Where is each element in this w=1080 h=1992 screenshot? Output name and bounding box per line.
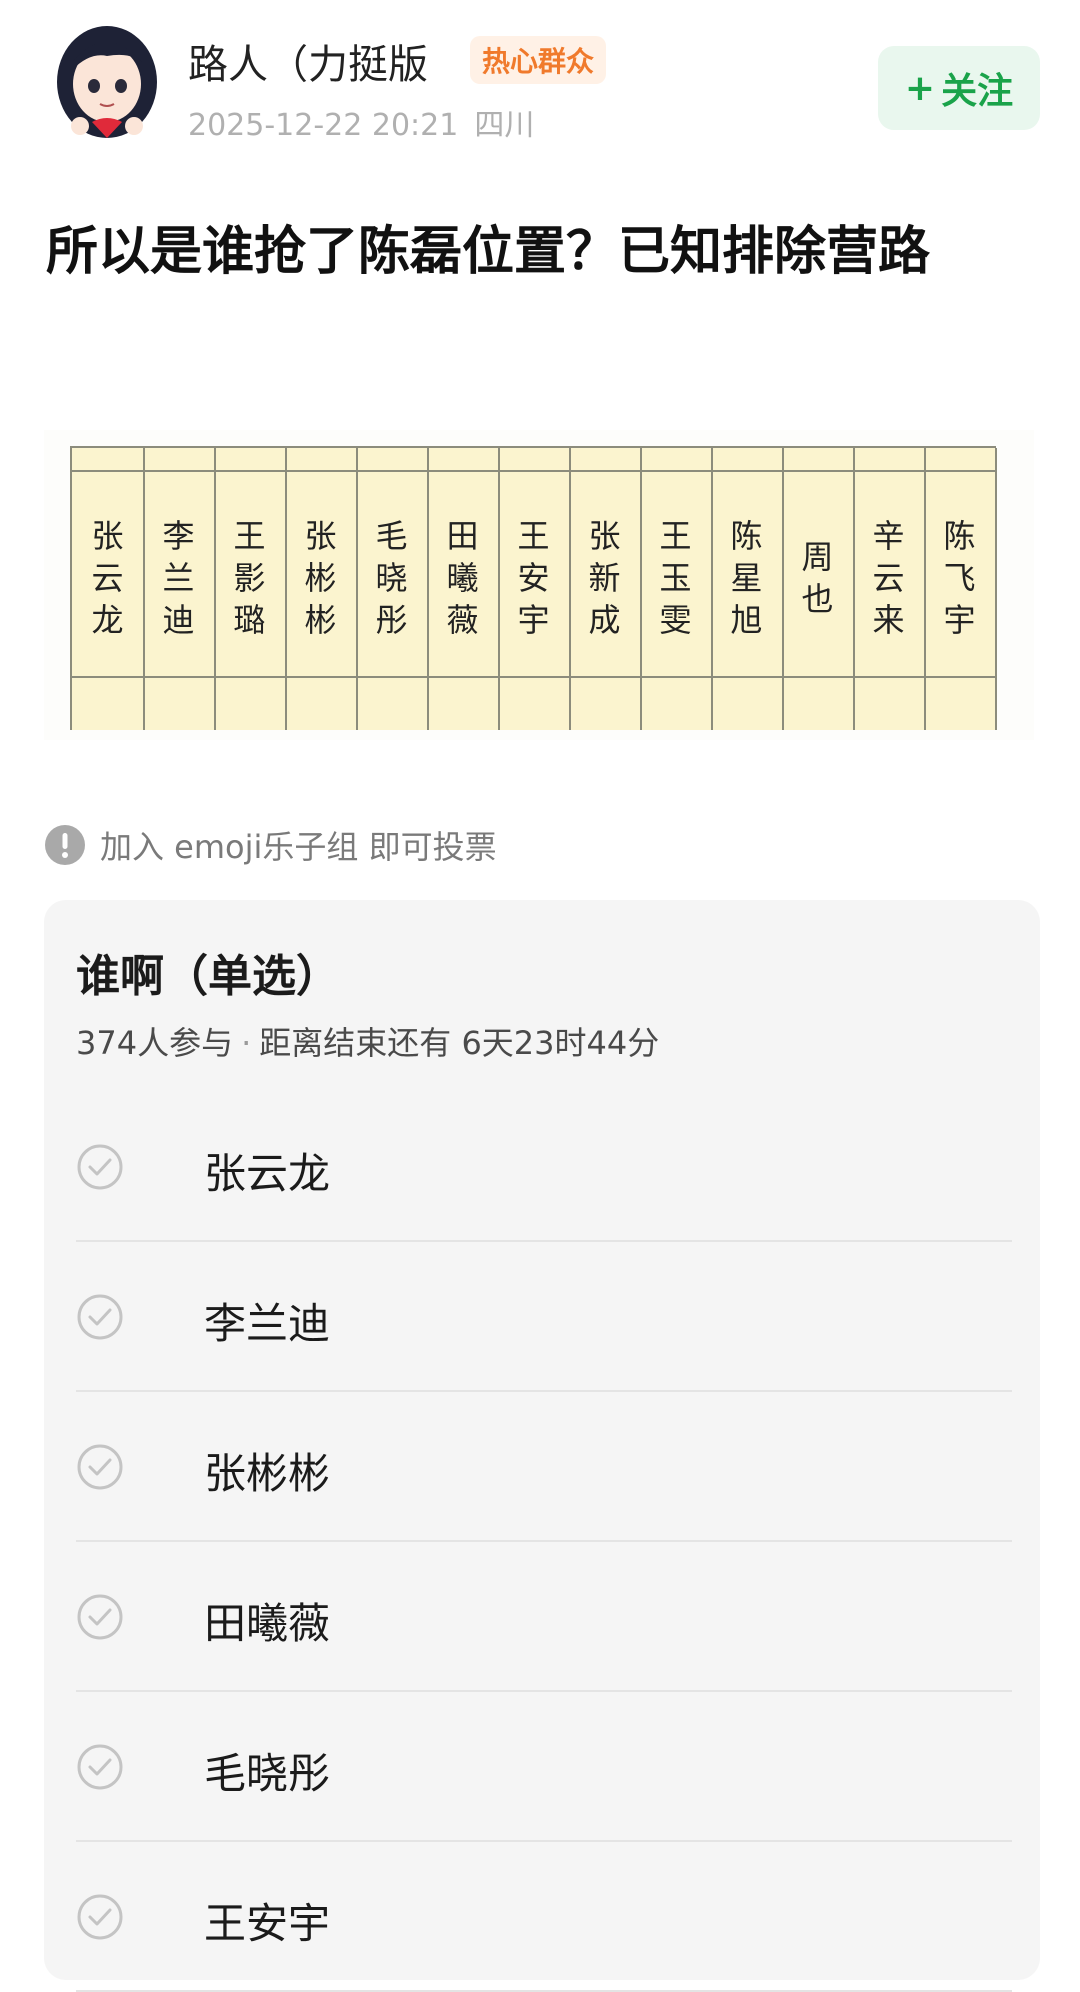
poll-option[interactable]: 田曦薇 bbox=[76, 1540, 1012, 1692]
poll-option[interactable]: 王安宇 bbox=[76, 1840, 1012, 1992]
post-time: 2025-12-22 20:21 bbox=[188, 108, 459, 143]
name-table-cell: 张云龙 bbox=[91, 517, 124, 639]
post-header: 路人（力挺版 热心群众 2025-12-22 20:21 四川 + 关注 bbox=[0, 0, 1080, 160]
poll-option[interactable]: 李兰迪 bbox=[76, 1240, 1012, 1392]
post-meta: 2025-12-22 20:21 四川 bbox=[188, 100, 534, 144]
name-table-cell: 张新成 bbox=[588, 517, 621, 639]
name-table-cell: 王玉雯 bbox=[659, 517, 692, 639]
name-table-rule bbox=[72, 470, 996, 472]
poll-stats: 374人参与 · 距离结束还有 6天23时44分 bbox=[76, 1018, 659, 1064]
avatar[interactable] bbox=[50, 22, 165, 142]
poll-remaining: 距离结束还有 6天23时44分 bbox=[259, 1024, 660, 1062]
check-circle-icon bbox=[77, 1594, 123, 1640]
post-title: 所以是谁抢了陈磊位置？已知排除营路 bbox=[46, 222, 931, 282]
name-table-column: 张云龙 bbox=[72, 448, 145, 730]
name-table-cell: 张彬彬 bbox=[304, 517, 337, 639]
separator-dot: · bbox=[241, 1024, 252, 1062]
check-circle-icon bbox=[77, 1294, 123, 1340]
poll-option-label: 王安宇 bbox=[204, 1899, 331, 1948]
name-table-column: 田曦薇 bbox=[427, 448, 500, 730]
check-circle-icon bbox=[77, 1444, 123, 1490]
name-table-cell: 陈星旭 bbox=[730, 517, 763, 639]
name-table-column: 王安宇 bbox=[498, 448, 571, 730]
poll-option-label: 张云龙 bbox=[204, 1149, 331, 1198]
follow-label: 关注 bbox=[941, 71, 1014, 112]
name-table-cell: 辛云来 bbox=[872, 517, 905, 639]
name-table-column: 李兰迪 bbox=[143, 448, 216, 730]
poll-option[interactable]: 张云龙 bbox=[76, 1090, 1012, 1242]
poll-participants: 374人参与 bbox=[76, 1024, 234, 1062]
name-table-cell: 田曦薇 bbox=[446, 517, 479, 639]
poll-option[interactable]: 毛晓彤 bbox=[76, 1690, 1012, 1842]
post-image[interactable]: 张云龙 李兰迪 王影璐 张彬彬 毛晓彤 田曦薇 王安宇 张新成 王玉雯 陈星旭 周也 辛云来 陈飞宇 bbox=[44, 430, 1034, 740]
poll-option-label: 田曦薇 bbox=[204, 1599, 331, 1648]
check-circle-icon bbox=[77, 1744, 123, 1790]
name-table-rule bbox=[72, 676, 996, 678]
name-table-cell: 王安宇 bbox=[517, 517, 550, 639]
name-table-cell: 李兰迪 bbox=[162, 517, 195, 639]
follow-button[interactable]: + 关注 bbox=[878, 46, 1040, 130]
post-location: 四川 bbox=[474, 108, 535, 143]
poll-title: 谁啊（单选） bbox=[76, 951, 340, 1002]
name-table-cell: 陈飞宇 bbox=[943, 517, 976, 639]
poll-option-label: 张彬彬 bbox=[204, 1449, 331, 1498]
name-table-column: 陈飞宇 bbox=[924, 448, 997, 730]
poll-option-label: 李兰迪 bbox=[204, 1299, 331, 1348]
name-table-image: 张云龙 李兰迪 王影璐 张彬彬 毛晓彤 田曦薇 王安宇 张新成 王玉雯 陈星旭 周也 辛云来 陈飞宇 bbox=[70, 446, 997, 730]
name-table-column: 毛晓彤 bbox=[356, 448, 429, 730]
name-table-column: 辛云来 bbox=[853, 448, 926, 730]
poll-card: 谁啊（单选） 374人参与 · 距离结束还有 6天23时44分 张云龙李兰迪张彬彬田… bbox=[44, 900, 1040, 1992]
name-table-column: 陈星旭 bbox=[711, 448, 784, 730]
name-table-column: 张彬彬 bbox=[285, 448, 358, 730]
poll-option[interactable]: 张彬彬 bbox=[76, 1390, 1012, 1542]
check-circle-icon bbox=[77, 1144, 123, 1190]
check-circle-icon bbox=[77, 1894, 123, 1940]
name-table-cell: 周也 bbox=[801, 538, 834, 618]
plus-icon: + bbox=[904, 67, 936, 109]
name-table-column: 张新成 bbox=[569, 448, 642, 730]
poll-option-label: 毛晓彤 bbox=[204, 1749, 331, 1798]
notice-text: 加入 emoji乐子组 即可投票 bbox=[100, 828, 497, 866]
vote-notice: 加入 emoji乐子组 即可投票 bbox=[44, 820, 497, 870]
name-table-cell: 王影璐 bbox=[233, 517, 266, 639]
name-table-column: 王影璐 bbox=[214, 448, 287, 730]
exclamation-icon bbox=[45, 825, 85, 865]
author-name[interactable]: 路人（力挺版 bbox=[188, 32, 428, 90]
name-table-column: 周也 bbox=[782, 448, 855, 730]
name-table-cell: 毛晓彤 bbox=[375, 517, 408, 639]
user-badge: 热心群众 bbox=[470, 36, 607, 84]
name-table-column: 王玉雯 bbox=[640, 448, 713, 730]
